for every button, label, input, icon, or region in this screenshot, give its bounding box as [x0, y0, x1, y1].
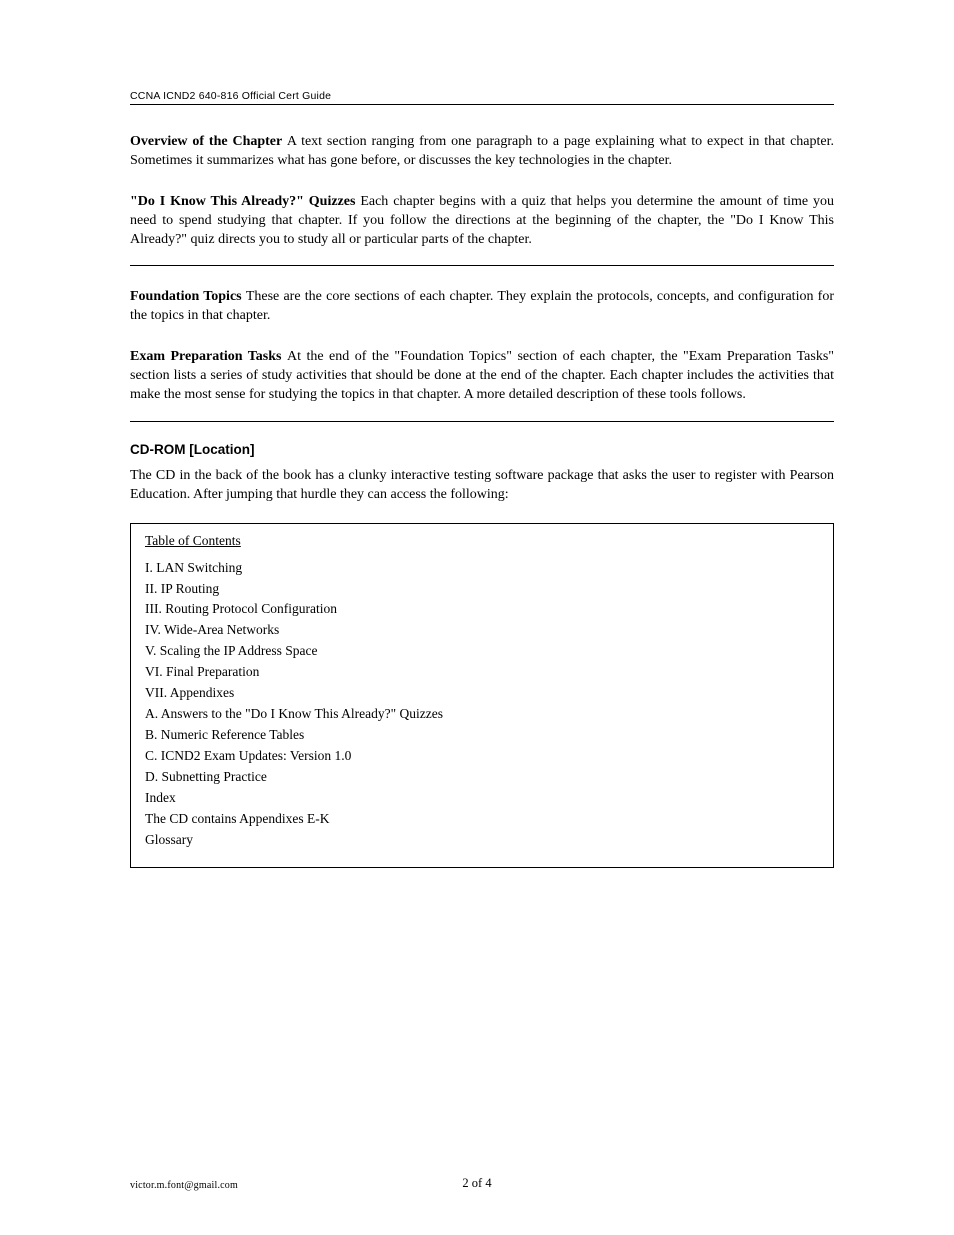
overview-inline-text: A text section ranging from one paragrap…: [287, 134, 553, 149]
rule-after-exam-prep: [130, 421, 834, 422]
toc-item: B. Numeric Reference Tables: [145, 725, 819, 746]
exam-prep-label: Exam Preparation Tasks: [130, 349, 287, 364]
toc-list: I. LAN Switching II. IP Routing III. Rou…: [145, 558, 819, 851]
running-title: CCNA ICND2 640-816 Official Cert Guide: [130, 90, 834, 102]
section-quiz: "Do I Know This Already?" Quizzes Each c…: [130, 193, 834, 267]
section-foundation: Foundation Topics These are the core sec…: [130, 288, 834, 326]
toc-item: IV. Wide-Area Networks: [145, 620, 819, 641]
quiz-para: "Do I Know This Already?" Quizzes Each c…: [130, 193, 834, 250]
page-header: CCNA ICND2 640-816 Official Cert Guide: [130, 90, 834, 105]
document-page: CCNA ICND2 640-816 Official Cert Guide O…: [0, 0, 954, 1235]
toc-item: II. IP Routing: [145, 579, 819, 600]
exam-prep-inline: At the end of the "Foundation Topics": [287, 349, 512, 364]
cdrom-para: The CD in the back of the book has a clu…: [130, 467, 834, 505]
toc-item: Glossary: [145, 830, 819, 851]
section-overview: Overview of the Chapter A text section r…: [130, 133, 834, 171]
toc-item: VII. Appendixes: [145, 683, 819, 704]
toc-item: D. Subnetting Practice: [145, 767, 819, 788]
quiz-inline: Each chapter begins with a quiz that: [360, 194, 571, 209]
toc-item: V. Scaling the IP Address Space: [145, 641, 819, 662]
foundation-inline: These are the core sections of each chap…: [246, 289, 526, 304]
toc-item: VI. Final Preparation: [145, 662, 819, 683]
quiz-label: "Do I Know This Already?" Quizzes: [130, 194, 360, 209]
rule-after-quiz: [130, 265, 834, 266]
header-rule: [130, 104, 834, 105]
toc-item: A. Answers to the "Do I Know This Alread…: [145, 704, 819, 725]
toc-box: Table of Contents I. LAN Switching II. I…: [130, 523, 834, 868]
toc-item: I. LAN Switching: [145, 558, 819, 579]
toc-title: Table of Contents: [145, 531, 819, 552]
exam-prep-para: Exam Preparation Tasks At the end of the…: [130, 348, 834, 405]
section-exam-prep: Exam Preparation Tasks At the end of the…: [130, 348, 834, 422]
toc-item: The CD contains Appendixes E-K: [145, 809, 819, 830]
cdrom-heading: CD-ROM [Location]: [130, 442, 834, 457]
toc-item: Index: [145, 788, 819, 809]
page-number: 2 of 4: [0, 1176, 954, 1191]
toc-item: III. Routing Protocol Configuration: [145, 599, 819, 620]
toc-item: C. ICND2 Exam Updates: Version 1.0: [145, 746, 819, 767]
foundation-label: Foundation Topics: [130, 289, 246, 304]
heading-overview: Overview of the Chapter: [130, 134, 287, 149]
foundation-para: Foundation Topics These are the core sec…: [130, 288, 834, 326]
